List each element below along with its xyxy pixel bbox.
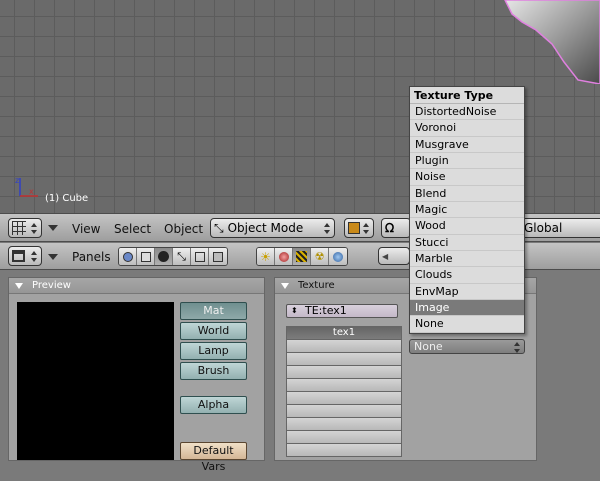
buttons-editor-type-button[interactable] [8, 246, 42, 266]
editing-tab[interactable] [191, 248, 209, 265]
mode-select[interactable]: ⤡ Object Mode [210, 218, 335, 238]
texture-slot-1[interactable]: tex1 [286, 326, 402, 340]
shading-subtabs: ☀ ☢ [256, 247, 348, 266]
radiosity-icon: ☢ [314, 250, 325, 263]
svg-text:z: z [15, 176, 19, 185]
menu-item-stucci[interactable]: Stucci [410, 235, 524, 252]
browse-icon: ⬍ [291, 306, 298, 315]
draw-type-select[interactable] [344, 218, 374, 238]
preview-panel-title: Preview [32, 280, 71, 291]
texture-slot[interactable] [286, 353, 402, 366]
menu-item-marble[interactable]: Marble [410, 251, 524, 268]
pivot-icon: ᘯ [385, 220, 395, 235]
menu-item-plugin[interactable]: Plugin [410, 153, 524, 170]
texture-panel-title: Texture [298, 280, 335, 291]
alpha-button[interactable]: Alpha [180, 396, 247, 414]
texture-type-menu-title: Texture Type [410, 87, 524, 104]
orientation-select[interactable]: Global [520, 218, 600, 238]
world-icon [333, 251, 343, 262]
lamp-icon: ☀ [260, 249, 271, 264]
preview-mat-button[interactable]: Mat [180, 302, 247, 320]
texture-tab[interactable] [293, 248, 311, 265]
radio-tab[interactable]: ☢ [311, 248, 329, 265]
texture-slot[interactable] [286, 392, 402, 405]
texture-type-menu: Texture Type DistortedNoise Voronoi Musg… [409, 86, 525, 334]
axis-gizmo-icon: z x [15, 176, 38, 197]
texture-slot[interactable] [286, 405, 402, 418]
texture-slot[interactable] [286, 431, 402, 444]
editor-type-button[interactable] [8, 218, 42, 238]
object-mode-icon: ⤡ [214, 220, 224, 235]
texture-name-field[interactable]: ⬍ TE:tex1 [286, 304, 398, 318]
frame-stepper[interactable]: ◀ [378, 247, 410, 265]
preview-panel: Preview Mat World Lamp Brush Alpha Defau… [8, 277, 265, 473]
menu-item-musgrave[interactable]: Musgrave [410, 137, 524, 154]
logic-icon [122, 251, 133, 262]
mesh-object[interactable] [500, 0, 600, 84]
lamp-tab[interactable]: ☀ [257, 248, 275, 265]
shading-tab[interactable] [155, 248, 173, 265]
menu-item-wood[interactable]: Wood [410, 218, 524, 235]
menu-item-envmap[interactable]: EnvMap [410, 284, 524, 301]
menu-select[interactable]: Select [114, 222, 151, 236]
texture-slot[interactable] [286, 340, 402, 353]
shading-icon [158, 251, 169, 262]
texture-icon [296, 251, 307, 262]
cube-icon [348, 222, 360, 234]
script-icon [140, 251, 151, 262]
collapse-menu-icon[interactable] [48, 254, 58, 260]
collapse-icon [15, 283, 23, 289]
collapse-icon [281, 283, 289, 289]
buttons-window-icon [12, 250, 25, 262]
svg-text:x: x [29, 187, 34, 196]
texture-slot[interactable] [286, 379, 402, 392]
preview-world-button[interactable]: World [180, 322, 247, 340]
panels-label: Panels [72, 250, 111, 264]
texture-slot[interactable] [286, 418, 402, 431]
active-object-label: (1) Cube [45, 193, 89, 204]
material-tab[interactable] [275, 248, 293, 265]
mode-select-value: Object Mode [227, 221, 304, 235]
menu-item-noise[interactable]: Noise [410, 169, 524, 186]
preview-lamp-button[interactable]: Lamp [180, 342, 247, 360]
menu-item-magic[interactable]: Magic [410, 202, 524, 219]
texture-slot[interactable] [286, 444, 402, 457]
preview-canvas [17, 302, 174, 460]
script-tab[interactable] [137, 248, 155, 265]
material-icon [278, 251, 289, 262]
default-vars-button[interactable]: Default Vars [180, 442, 247, 473]
menu-item-image[interactable]: Image [410, 300, 524, 317]
menu-object[interactable]: Object [164, 222, 203, 236]
menu-item-blend[interactable]: Blend [410, 186, 524, 203]
context-tabs: ⤡ [118, 247, 228, 266]
orientation-value: Global [524, 221, 563, 235]
preview-brush-button[interactable]: Brush [180, 362, 247, 380]
texture-slot[interactable] [286, 366, 402, 379]
preview-panel-header[interactable]: Preview [9, 278, 264, 294]
collapse-menu-icon[interactable] [48, 225, 58, 231]
scene-icon [213, 251, 223, 262]
texture-type-value: None [414, 340, 443, 353]
object-tab[interactable]: ⤡ [173, 248, 191, 265]
logic-tab[interactable] [119, 248, 137, 265]
grid-icon [12, 221, 26, 235]
object-axis-icon: ⤡ [177, 249, 186, 263]
menu-item-none[interactable]: None [410, 316, 524, 333]
editing-icon [194, 251, 205, 262]
step-left-icon: ◀ [382, 251, 389, 261]
menu-item-voronoi[interactable]: Voronoi [410, 120, 524, 137]
texture-type-select[interactable]: None [409, 339, 525, 354]
pivot-select[interactable]: ᘯ [381, 218, 411, 238]
texture-name-value: TE:tex1 [305, 304, 347, 317]
texture-slot-list: tex1 [286, 326, 402, 457]
scene-tab[interactable] [209, 248, 227, 265]
world-tab[interactable] [329, 248, 347, 265]
menu-item-clouds[interactable]: Clouds [410, 267, 524, 284]
menu-view[interactable]: View [72, 222, 100, 236]
menu-item-distortednoise[interactable]: DistortedNoise [410, 104, 524, 121]
